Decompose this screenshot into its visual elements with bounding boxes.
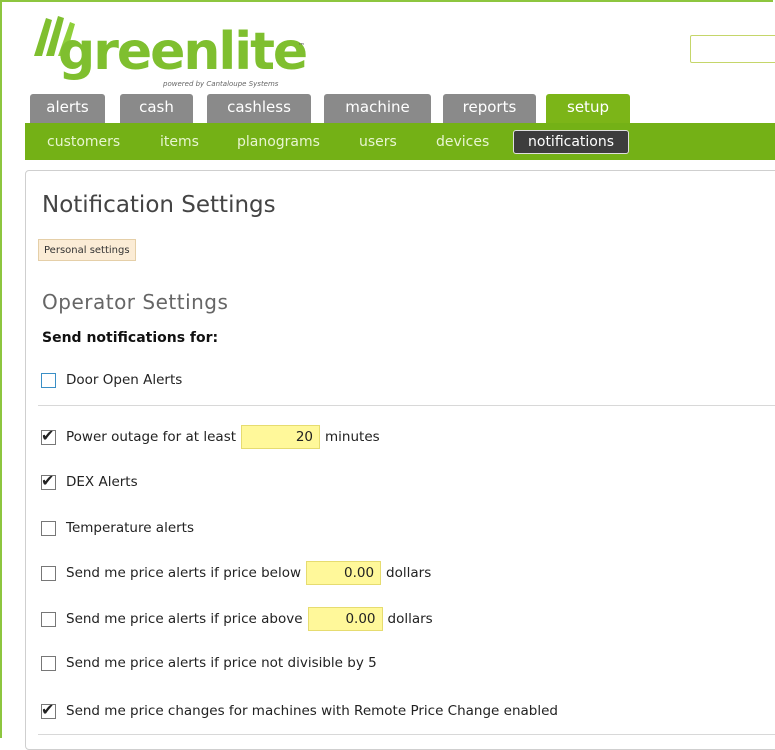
price-below-label: Send me price alerts if price below	[66, 565, 302, 581]
page-title: Notification Settings	[42, 192, 276, 218]
power-outage-minutes-input[interactable]: 20	[241, 425, 321, 449]
option-not-divisible: Send me price alerts if price not divisi…	[41, 651, 377, 675]
price-above-unit: dollars	[387, 611, 433, 627]
option-remote-price: ✔ Send me price changes for machines wit…	[41, 699, 558, 723]
tab-cashless[interactable]: cashless	[207, 94, 311, 123]
price-above-input[interactable]: 0.00	[307, 607, 383, 631]
price-above-checkbox[interactable]	[41, 611, 56, 627]
tab-cash[interactable]: cash	[120, 94, 193, 123]
subnav-customers[interactable]: customers	[47, 133, 120, 151]
remote-price-label: Send me price changes for machines with …	[66, 703, 558, 719]
option-dex: ✔ DEX Alerts	[41, 470, 138, 494]
search-input[interactable]	[690, 35, 775, 63]
price-below-unit: dollars	[386, 565, 432, 581]
logo-wordmark: greenlite	[58, 22, 308, 82]
subnav-devices[interactable]: devices	[436, 133, 489, 151]
checkmark-icon: ✔	[41, 425, 55, 445]
temperature-checkbox[interactable]	[41, 520, 56, 536]
logo-tagline: powered by Cantaloupe Systems	[163, 80, 279, 88]
remote-price-checkbox[interactable]: ✔	[41, 700, 56, 719]
divider	[38, 734, 775, 735]
logo-trademark: ™	[298, 42, 305, 50]
option-power-outage: ✔ Power outage for at least 20 minutes	[41, 425, 380, 449]
price-below-checkbox[interactable]	[41, 565, 56, 581]
subnav-planograms[interactable]: planograms	[237, 133, 320, 151]
not-divisible-checkbox[interactable]	[41, 655, 56, 671]
personal-settings-button[interactable]: Personal settings	[38, 239, 136, 261]
price-above-label: Send me price alerts if price above	[66, 611, 303, 627]
power-outage-unit: minutes	[325, 429, 380, 445]
subnav-notifications[interactable]: notifications	[513, 130, 630, 154]
tab-setup[interactable]: setup	[546, 94, 630, 124]
checkmark-icon: ✔	[41, 699, 55, 719]
setup-subnav: customers items planograms users devices…	[25, 123, 775, 160]
option-door-open: Door Open Alerts	[41, 368, 182, 392]
price-below-input[interactable]: 0.00	[306, 561, 382, 585]
tab-machine[interactable]: machine	[324, 94, 431, 123]
option-price-below: Send me price alerts if price below 0.00…	[41, 561, 431, 585]
send-for-label: Send notifications for:	[42, 330, 219, 346]
dex-checkbox[interactable]: ✔	[41, 471, 56, 490]
door-open-label: Door Open Alerts	[66, 372, 183, 388]
subnav-items[interactable]: items	[160, 133, 199, 151]
temperature-label: Temperature alerts	[66, 520, 195, 536]
option-temperature: Temperature alerts	[41, 516, 194, 540]
door-open-checkbox[interactable]	[41, 372, 56, 388]
subnav-users[interactable]: users	[359, 133, 397, 151]
tab-reports[interactable]: reports	[443, 94, 536, 123]
tab-alerts[interactable]: alerts	[30, 94, 105, 123]
dex-label: DEX Alerts	[66, 474, 138, 490]
section-title: Operator Settings	[42, 290, 229, 314]
option-price-above: Send me price alerts if price above 0.00…	[41, 607, 433, 631]
divider	[38, 405, 775, 406]
power-outage-checkbox[interactable]: ✔	[41, 426, 56, 445]
power-outage-label: Power outage for at least	[66, 429, 237, 445]
checkmark-icon: ✔	[41, 470, 55, 490]
not-divisible-label: Send me price alerts if price not divisi…	[66, 655, 377, 671]
